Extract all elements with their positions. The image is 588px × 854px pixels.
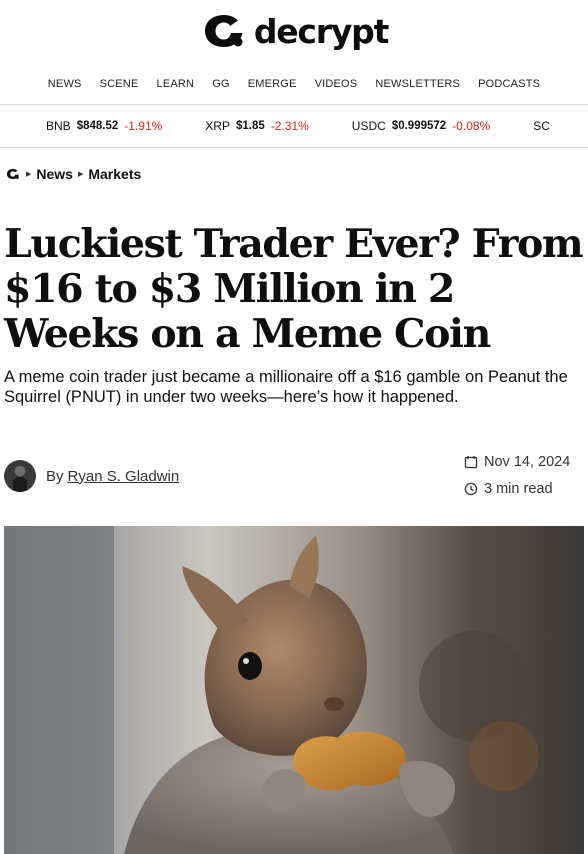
decrypt-logo-icon	[204, 15, 243, 47]
read-time: 3 min read	[464, 477, 588, 501]
nav-item-emerge[interactable]: EMERGE	[239, 74, 306, 94]
ticker-item[interactable]: USDC $0.999572 -0.08%	[352, 119, 490, 133]
main-nav: NEWS SCENE LEARN GG EMERGE VIDEOS NEWSLE…	[0, 74, 588, 94]
nav-item-podcasts[interactable]: PODCASTS	[469, 74, 549, 94]
ticker-symbol: BNB	[46, 119, 71, 133]
calendar-icon	[464, 456, 478, 469]
clock-icon	[464, 482, 478, 496]
nav-item-news[interactable]: NEWS	[39, 74, 91, 94]
breadcrumb-markets[interactable]: Markets	[88, 166, 141, 182]
ticker-symbol: SC	[533, 119, 550, 133]
ticker-change: -1.91%	[124, 119, 163, 133]
article-dek: A meme coin trader just became a million…	[4, 368, 568, 406]
squirrel-photo	[4, 526, 584, 854]
hero-image	[4, 526, 584, 854]
publish-date: Nov 14, 2024	[464, 450, 588, 474]
ticker-price: $0.999572	[391, 120, 447, 132]
ticker-item[interactable]: BNB $848.52 -1.91%	[46, 119, 162, 133]
nav-item-newsletters[interactable]: NEWSLETTERS	[366, 74, 469, 94]
ticker-item[interactable]: XRP $1.85 -2.31%	[205, 119, 309, 133]
ticker-item[interactable]: SC	[533, 119, 550, 133]
breadcrumb-news[interactable]: News	[36, 166, 73, 182]
by-label: By	[46, 467, 64, 485]
site-logo[interactable]: decrypt	[200, 9, 390, 53]
article-headline: Luckiest Trader Ever? From $16 to $3 Mil…	[4, 221, 584, 357]
nav-item-videos[interactable]: VIDEOS	[306, 74, 367, 94]
caret-right-icon: ▶	[26, 171, 32, 178]
breadcrumb: ▶ News ▶ Markets	[5, 162, 141, 186]
ticker-change: -0.08%	[452, 119, 491, 133]
publish-date-text: Nov 14, 2024	[484, 454, 571, 470]
logo-bar: decrypt	[0, 0, 588, 62]
article-meta: Nov 14, 2024 3 min read	[464, 450, 588, 501]
author-avatar[interactable]	[4, 460, 36, 492]
nav-item-learn[interactable]: LEARN	[148, 74, 204, 94]
ticker-symbol: XRP	[205, 119, 230, 133]
ticker-track: BNB $848.52 -1.91% XRP $1.85 -2.31% USDC…	[46, 105, 550, 147]
author-link[interactable]: Ryan S. Gladwin	[68, 468, 180, 485]
ticker-change: -2.31%	[270, 119, 309, 133]
site-name: decrypt	[253, 11, 390, 51]
ticker-price: $848.52	[76, 120, 119, 132]
nav-item-gg[interactable]: GG	[203, 74, 239, 94]
price-ticker: BNB $848.52 -1.91% XRP $1.85 -2.31% USDC…	[0, 104, 588, 148]
decrypt-logo-icon[interactable]	[5, 167, 21, 181]
nav-item-scene[interactable]: SCENE	[91, 74, 148, 94]
ticker-symbol: USDC	[351, 119, 386, 133]
byline: By Ryan S. Gladwin	[4, 460, 179, 492]
caret-right-icon: ▶	[77, 171, 84, 178]
ticker-price: $1.85	[235, 120, 265, 132]
read-time-text: 3 min read	[484, 481, 553, 497]
